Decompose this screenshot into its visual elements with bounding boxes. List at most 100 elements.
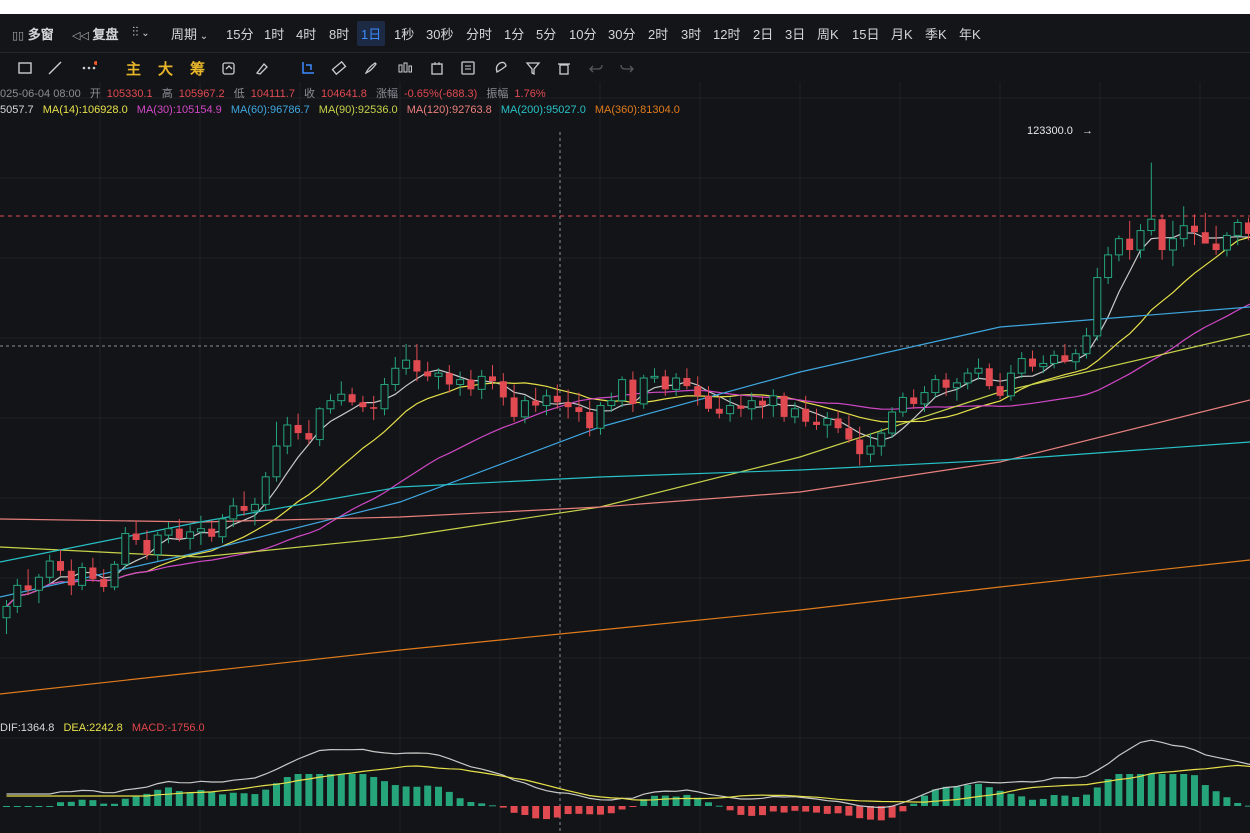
ma60-line: [0, 306, 1250, 598]
more-icon[interactable]: [80, 59, 98, 77]
chart-type-button[interactable]: ⫶⫶ ⌄: [132, 24, 150, 40]
macd-bar: [456, 798, 464, 806]
close-label: 收: [304, 88, 316, 100]
crosshair-icon[interactable]: [299, 59, 317, 77]
candle-body: [1114, 238, 1123, 256]
trash-icon[interactable]: [555, 59, 573, 77]
candle-body: [1147, 218, 1156, 232]
period-30m[interactable]: 30分: [608, 24, 635, 43]
sync-icon[interactable]: [220, 59, 238, 77]
ma360-value: MA(360):81304.0: [594, 104, 680, 116]
period-quarter[interactable]: 季K: [925, 24, 947, 43]
macd-bar: [964, 784, 972, 806]
indicator-large[interactable]: 大: [158, 58, 173, 79]
candle-body: [683, 378, 691, 387]
redo-icon[interactable]: [618, 59, 636, 77]
candle-body: [110, 563, 119, 588]
period-1d[interactable]: 1日: [357, 21, 386, 46]
candle-body: [229, 505, 238, 520]
period-5m[interactable]: 5分: [536, 24, 556, 43]
period-2h[interactable]: 2时: [648, 24, 668, 43]
max-price-label: 123300.0 →: [1027, 125, 1093, 137]
period-1h[interactable]: 1时: [264, 24, 284, 43]
candle-body: [596, 405, 605, 429]
chart-area[interactable]: 025-06-04 08:00 开 105330.1 高 105967.2 低 104…: [0, 82, 1250, 833]
candle-body: [1126, 238, 1134, 251]
ma90-line: [0, 333, 1250, 558]
candle-body: [413, 360, 421, 372]
price-chart[interactable]: [0, 82, 1250, 833]
candle-body: [639, 377, 648, 405]
candles-icon[interactable]: [396, 59, 414, 77]
line-icon[interactable]: [46, 59, 64, 77]
period-1m[interactable]: 1分: [504, 24, 524, 43]
candle-body: [586, 412, 594, 429]
period-3h[interactable]: 3时: [681, 24, 701, 43]
calendar-icon[interactable]: [428, 59, 446, 77]
macd-bar: [618, 806, 626, 810]
candle-body: [845, 428, 853, 440]
filter-icon[interactable]: [524, 59, 542, 77]
candle-body: [1029, 358, 1036, 367]
macd-bar: [629, 806, 637, 807]
notes-icon[interactable]: [459, 59, 477, 77]
indicator-main[interactable]: 主: [126, 58, 141, 79]
indicator-chip[interactable]: 筹: [190, 58, 205, 79]
candle-body: [920, 392, 929, 405]
candle-body: [888, 411, 897, 434]
period-year[interactable]: 年K: [959, 24, 981, 43]
period-30s[interactable]: 30秒: [426, 24, 453, 43]
candle-body: [186, 531, 195, 539]
macd-bar: [154, 789, 162, 806]
macd-bar: [1093, 787, 1101, 806]
candle-body: [467, 379, 475, 390]
undo-icon[interactable]: [587, 59, 605, 77]
replay-button[interactable]: ◁◁ 复盘: [72, 24, 119, 43]
macd-bar: [1180, 774, 1188, 806]
macd-bar: [931, 789, 939, 806]
macd-bar: [921, 795, 928, 806]
candle-body: [424, 371, 432, 377]
macd-bar: [316, 774, 324, 806]
macd-bar: [845, 806, 853, 816]
period-dropdown[interactable]: 周期 ⌄: [171, 24, 208, 43]
rectangle-icon[interactable]: [16, 59, 34, 77]
candle-body: [445, 373, 453, 385]
macd-bar: [35, 806, 43, 807]
period-15m[interactable]: 15分: [226, 24, 253, 43]
trading-app: ▯▯ 多窗 ◁◁ 复盘 ⫶⫶ ⌄ 周期 ⌄ 15分 1时 4时 8时 1日 1秒…: [0, 14, 1250, 833]
amp-value: 1.76%: [514, 88, 546, 100]
candle-body: [996, 386, 1004, 396]
period-1s[interactable]: 1秒: [394, 24, 414, 43]
period-12h[interactable]: 12时: [713, 24, 740, 43]
period-3d[interactable]: 3日: [785, 24, 805, 43]
multi-window-button[interactable]: ▯▯ 多窗: [12, 24, 54, 43]
magnet-icon[interactable]: [492, 59, 510, 77]
period-month[interactable]: 月K: [891, 24, 913, 43]
candle-body: [78, 567, 87, 586]
candle-body: [1136, 230, 1145, 251]
candle-body: [1039, 362, 1048, 368]
candle-body: [737, 405, 745, 409]
period-timeshare[interactable]: 分时: [466, 24, 492, 43]
macd-bar: [348, 774, 356, 806]
period-10m[interactable]: 10分: [569, 24, 596, 43]
candle-body: [1233, 221, 1242, 236]
candle-body: [13, 584, 22, 607]
candle-body: [726, 405, 735, 415]
macd-bar: [651, 795, 658, 806]
period-8h[interactable]: 8时: [329, 24, 349, 43]
macd-bar: [726, 806, 734, 811]
candle-body: [942, 379, 950, 388]
brush-icon[interactable]: [362, 59, 380, 77]
candle-body: [553, 395, 561, 403]
period-4h[interactable]: 4时: [296, 24, 316, 43]
clear-icon[interactable]: [253, 59, 271, 77]
ruler-icon[interactable]: [330, 59, 348, 77]
period-week[interactable]: 周K: [817, 24, 839, 43]
macd-bar: [910, 803, 918, 806]
period-15d[interactable]: 15日: [852, 24, 879, 43]
candle-body: [337, 393, 346, 402]
period-2d[interactable]: 2日: [753, 24, 773, 43]
macd-bar: [1212, 791, 1220, 806]
